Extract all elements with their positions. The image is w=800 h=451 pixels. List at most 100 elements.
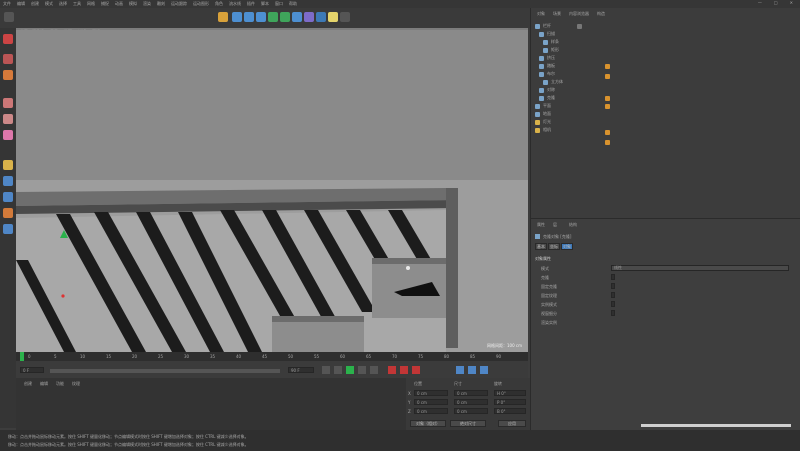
autokey-icon[interactable] xyxy=(400,366,408,374)
list-item[interactable]: 灯光 xyxy=(535,118,551,126)
record-icon[interactable] xyxy=(388,366,396,374)
tab-content-browser[interactable]: 内容浏览器 xyxy=(569,11,589,17)
viewport-detail-checkbox[interactable] xyxy=(611,310,615,316)
next-frame-icon[interactable] xyxy=(358,366,366,374)
menu-mode[interactable]: 模式 xyxy=(45,1,53,7)
cursor-icon[interactable] xyxy=(218,12,228,22)
position-z-field[interactable]: 0 cm xyxy=(414,408,448,414)
material-menu-function[interactable]: 功能 xyxy=(56,381,64,387)
menu-help[interactable]: 帮助 xyxy=(289,1,297,7)
menu-sculpt[interactable]: 雕刻 xyxy=(157,1,165,7)
menu-edit[interactable]: 编辑 xyxy=(17,1,25,7)
render-icon[interactable] xyxy=(340,12,350,22)
menu-tools[interactable]: 工具 xyxy=(73,1,81,7)
menu-character[interactable]: 角色 xyxy=(215,1,223,7)
undo-icon[interactable] xyxy=(4,12,14,22)
tab-structure[interactable]: 构造 xyxy=(597,11,605,17)
camera-icon[interactable] xyxy=(316,12,326,22)
list-item[interactable]: 踏板 xyxy=(539,62,555,70)
material-tag-icon[interactable] xyxy=(605,96,610,101)
keyframe-icon[interactable] xyxy=(412,366,420,374)
material-menu-create[interactable]: 创建 xyxy=(24,381,32,387)
menu-file[interactable]: 文件 xyxy=(3,1,11,7)
attribute-scrollbar[interactable] xyxy=(641,424,791,427)
polygons-mode-icon[interactable] xyxy=(3,130,13,140)
list-item[interactable]: 地面 xyxy=(535,110,551,118)
make-editable-icon[interactable] xyxy=(3,34,13,44)
clones-checkbox[interactable] xyxy=(611,274,615,280)
rotation-h-field[interactable]: H 0° xyxy=(494,390,526,396)
material-menu-edit[interactable]: 编辑 xyxy=(40,381,48,387)
menu-create[interactable]: 创建 xyxy=(31,1,39,7)
list-item[interactable]: 矩形 xyxy=(543,46,559,54)
menu-plugins[interactable]: 插件 xyxy=(247,1,255,7)
close-icon[interactable]: ✕ xyxy=(790,0,793,5)
scale-icon[interactable] xyxy=(244,12,254,22)
subtab-basic[interactable]: 基本 xyxy=(535,243,547,250)
position-x-field[interactable]: 0 cm xyxy=(414,390,448,396)
position-y-field[interactable]: 0 cm xyxy=(414,399,448,405)
texture-mode-icon[interactable] xyxy=(3,70,13,80)
list-item[interactable]: 相机 xyxy=(535,126,551,134)
subdivide-icon[interactable] xyxy=(292,12,302,22)
size-x-field[interactable]: 0 cm xyxy=(454,390,488,396)
goto-end-icon[interactable] xyxy=(370,366,378,374)
apply-button[interactable]: 应用 xyxy=(498,420,526,427)
points-mode-icon[interactable] xyxy=(3,98,13,108)
list-item[interactable]: 挤压 xyxy=(539,54,555,62)
current-frame-field[interactable]: 0 F xyxy=(20,367,44,373)
key-scale-icon[interactable] xyxy=(468,366,476,374)
menu-script[interactable]: 脚本 xyxy=(261,1,269,7)
key-rotation-icon[interactable] xyxy=(480,366,488,374)
list-item[interactable]: 立方体 xyxy=(543,78,563,86)
pen-icon[interactable] xyxy=(280,12,290,22)
deformer-icon[interactable] xyxy=(304,12,314,22)
viewport[interactable]: 网格间距：100 cm xyxy=(16,30,528,352)
model-mode-icon[interactable] xyxy=(3,54,13,64)
material-tag-icon[interactable] xyxy=(605,74,610,79)
workplane-icon[interactable] xyxy=(3,192,13,202)
tab-layers[interactable]: 层 xyxy=(553,222,557,228)
minimize-icon[interactable]: — xyxy=(758,0,762,5)
tab-structure-attr[interactable]: 结构 xyxy=(569,222,577,228)
size-y-field[interactable]: 0 cm xyxy=(454,399,488,405)
object-mode-dropdown[interactable]: 对象（相对） xyxy=(410,420,446,427)
prev-frame-icon[interactable] xyxy=(334,366,342,374)
menu-animate[interactable]: 动画 xyxy=(115,1,123,7)
subtab-coord[interactable]: 坐标 xyxy=(548,243,560,250)
instance-mode-checkbox[interactable] xyxy=(611,301,615,307)
play-icon[interactable] xyxy=(346,366,354,374)
axis-mode-icon[interactable] xyxy=(3,160,13,170)
tab-scene[interactable]: 场景 xyxy=(553,11,561,17)
visibility-dot[interactable] xyxy=(577,24,582,29)
menu-snap[interactable]: 捕捉 xyxy=(101,1,109,7)
rotation-b-field[interactable]: B 0° xyxy=(494,408,526,414)
menu-motion-tracker[interactable]: 运动跟踪 xyxy=(171,1,187,7)
tab-attributes[interactable]: 属性 xyxy=(537,222,545,228)
fix-clone-checkbox[interactable] xyxy=(611,283,615,289)
snap-icon[interactable] xyxy=(3,176,13,186)
menu-mesh[interactable]: 网格 xyxy=(87,1,95,7)
menu-render[interactable]: 渲染 xyxy=(143,1,151,7)
move-icon[interactable] xyxy=(232,12,242,22)
tab-objects[interactable]: 对象 xyxy=(537,11,545,17)
material-tag-icon[interactable] xyxy=(605,140,610,145)
light-icon[interactable] xyxy=(328,12,338,22)
list-item[interactable]: 栏杆 xyxy=(535,22,551,30)
rotation-p-field[interactable]: P 0° xyxy=(494,399,526,405)
timeline-ruler[interactable] xyxy=(16,352,528,361)
list-item[interactable]: 扫描 xyxy=(539,30,555,38)
cube-icon[interactable] xyxy=(268,12,278,22)
subtab-object[interactable]: 对象 xyxy=(561,243,573,250)
size-mode-dropdown[interactable]: 绝对尺寸 xyxy=(450,420,486,427)
end-frame-field[interactable]: 90 F xyxy=(288,367,314,373)
maximize-icon[interactable]: □ xyxy=(774,0,778,5)
goto-start-icon[interactable] xyxy=(322,366,330,374)
menu-window[interactable]: 窗口 xyxy=(275,1,283,7)
material-tag-icon[interactable] xyxy=(605,104,610,109)
playhead[interactable] xyxy=(20,352,24,361)
preview-range-slider[interactable] xyxy=(50,369,280,373)
fix-texture-checkbox[interactable] xyxy=(611,292,615,298)
grid-icon[interactable] xyxy=(3,224,13,234)
lock-icon[interactable] xyxy=(3,208,13,218)
